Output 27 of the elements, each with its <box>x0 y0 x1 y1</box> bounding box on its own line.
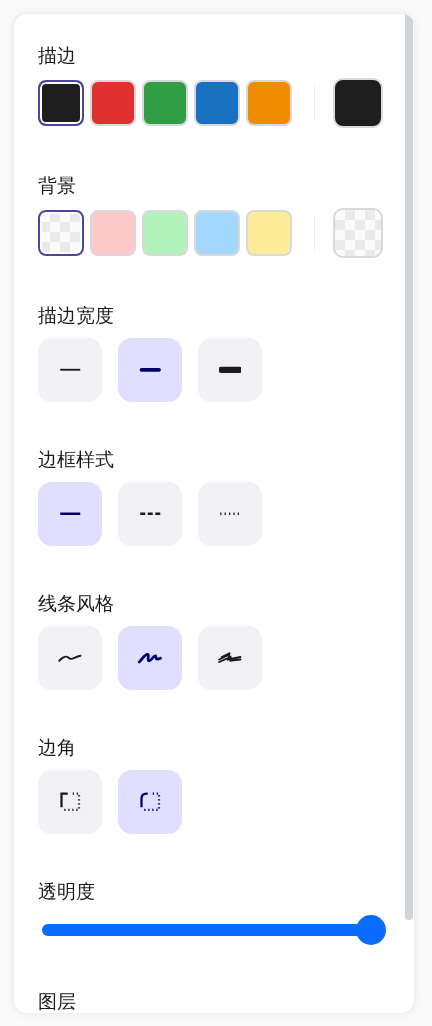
color-swatch[interactable] <box>38 80 84 126</box>
option-button[interactable] <box>118 626 182 690</box>
option-button[interactable] <box>198 338 262 402</box>
solid-line-icon <box>58 510 82 518</box>
sharp-corner-icon <box>58 791 82 813</box>
section-title: 描边 <box>38 43 77 68</box>
section-title: 线条风格 <box>38 591 115 616</box>
rough-stroke-icon <box>217 651 243 665</box>
section-title: 透明度 <box>38 879 96 904</box>
opacity-slider[interactable] <box>42 914 386 944</box>
current-color-preview[interactable] <box>333 78 383 128</box>
dashed-line-icon <box>138 510 162 518</box>
thick-line-icon <box>218 366 242 374</box>
thin-line-icon <box>58 366 82 374</box>
section-title: 边角 <box>38 735 77 760</box>
section-title: 边框样式 <box>38 447 115 472</box>
section-title: 描边宽度 <box>38 303 115 328</box>
section-title: 图层 <box>38 989 77 1013</box>
wavy-stroke-icon <box>137 651 163 665</box>
option-button[interactable] <box>198 626 262 690</box>
round-corner-icon <box>138 791 162 813</box>
medium-line-icon <box>138 366 162 374</box>
scrollbar-thumb[interactable] <box>405 14 413 920</box>
dotted-line-icon <box>218 510 242 518</box>
slider-thumb[interactable] <box>356 915 386 945</box>
transparent-swatch[interactable] <box>38 210 84 256</box>
section-title: 背景 <box>38 173 77 198</box>
